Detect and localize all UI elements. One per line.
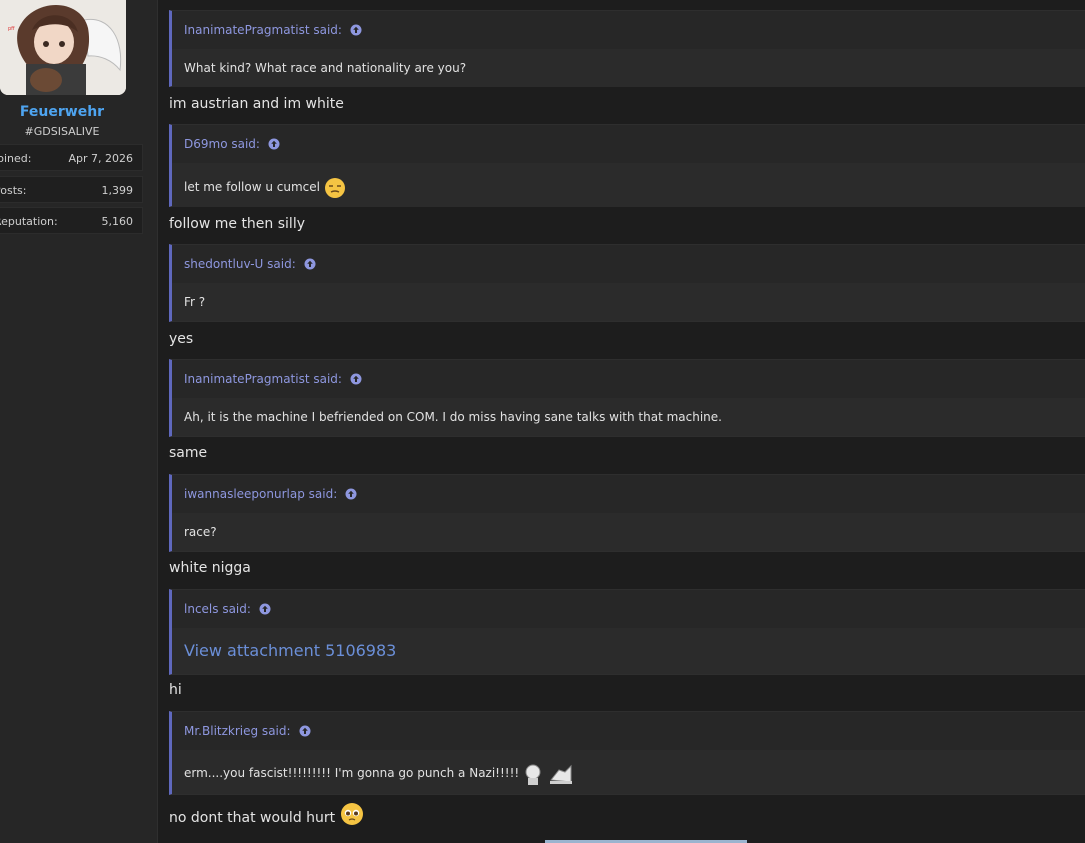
unamused-face-icon: [324, 177, 345, 198]
jump-to-post-icon[interactable]: [299, 725, 311, 737]
jump-to-post-icon[interactable]: [345, 488, 357, 500]
quote-content: Ah, it is the machine I befriended on CO…: [172, 398, 1085, 436]
username[interactable]: Feuerwehr: [0, 104, 124, 120]
quote-block: lncels said: View attachment 5106983: [169, 589, 1085, 675]
stat-label: Posts:: [0, 184, 27, 197]
quote-block: iwannasleeponurlap said: race?: [169, 474, 1085, 552]
quote-author-link[interactable]: D69mo said:: [184, 137, 260, 151]
reply-text: hi: [169, 682, 182, 698]
jump-to-post-icon[interactable]: [350, 24, 362, 36]
quote-header: shedontluv-U said:: [172, 245, 1085, 283]
jump-to-post-icon[interactable]: [350, 373, 362, 385]
quote-author-link[interactable]: InanimatePragmatist said:: [184, 372, 342, 386]
quote-author-link[interactable]: lncels said:: [184, 602, 251, 616]
stat-value: 5,160: [101, 215, 134, 228]
quote-block: shedontluv-U said: Fr ?: [169, 244, 1085, 322]
stat-joined: Joined: Apr 7, 2026: [0, 144, 143, 171]
reply-text: no dont that would hurt: [169, 802, 364, 826]
stat-label: Reputation:: [0, 215, 58, 228]
quote-block: D69mo said: let me follow u cumcel: [169, 124, 1085, 207]
reply-text: follow me then silly: [169, 216, 305, 232]
stat-posts: Posts: 1,399: [0, 176, 143, 203]
quote-text: erm....you fascist!!!!!!!!! I'm gonna go…: [184, 766, 520, 780]
reply-text: same: [169, 445, 208, 461]
quote-block: InanimatePragmatist said: What kind? Wha…: [169, 10, 1085, 87]
svg-text:pff: pff: [8, 26, 15, 32]
jump-to-post-icon[interactable]: [304, 258, 316, 270]
quote-author-link[interactable]: shedontluv-U said:: [184, 257, 296, 271]
quote-author-link[interactable]: iwannasleeponurlap said:: [184, 487, 337, 501]
quote-header: D69mo said:: [172, 125, 1085, 163]
user-title: #GDSISALIVE: [24, 125, 100, 138]
reply-text: im austrian and im white: [169, 96, 344, 112]
quote-header: iwannasleeponurlap said:: [172, 475, 1085, 513]
quote-author-link[interactable]: Mr.Blitzkrieg said:: [184, 724, 291, 738]
quote-content: let me follow u cumcel: [172, 163, 1085, 207]
reply-text: yes: [169, 331, 194, 347]
quote-header: InanimatePragmatist said:: [172, 11, 1085, 49]
quote-content: View attachment 5106983: [172, 628, 1085, 674]
quote-text: let me follow u cumcel: [184, 180, 320, 194]
quote-author-link[interactable]: InanimatePragmatist said:: [184, 23, 342, 37]
quote-content: race?: [172, 513, 1085, 551]
punch-emote-icon: [525, 764, 573, 785]
reply-text: white nigga: [169, 560, 251, 576]
quote-block: Mr.Blitzkrieg said: erm....you fascist!!…: [169, 711, 1085, 795]
quote-block: InanimatePragmatist said: Ah, it is the …: [169, 359, 1085, 437]
quote-header: Mr.Blitzkrieg said:: [172, 712, 1085, 750]
view-attachment-link[interactable]: View attachment 5106983: [184, 641, 396, 660]
jump-to-post-icon[interactable]: [259, 603, 271, 615]
stat-label: Joined:: [0, 152, 32, 165]
stat-value: Apr 7, 2026: [68, 152, 133, 165]
pleading-face-icon: [340, 803, 363, 825]
reply-text-content: no dont that would hurt: [169, 810, 336, 826]
jump-to-post-icon[interactable]: [268, 138, 280, 150]
quote-header: InanimatePragmatist said:: [172, 360, 1085, 398]
quote-header: lncels said:: [172, 590, 1085, 628]
stat-value: 1,399: [101, 184, 134, 197]
user-sidebar: pff Feuerwehr #GDSISALIVE Joined: Apr 7,…: [0, 0, 158, 843]
quote-content: erm....you fascist!!!!!!!!! I'm gonna go…: [172, 750, 1085, 794]
post-body: InanimatePragmatist said: What kind? Wha…: [169, 0, 1085, 843]
quote-content: What kind? What race and nationality are…: [172, 49, 1085, 87]
avatar[interactable]: pff: [0, 0, 126, 95]
stat-reputation: Reputation: 5,160: [0, 207, 143, 234]
quote-content: Fr ?: [172, 283, 1085, 321]
